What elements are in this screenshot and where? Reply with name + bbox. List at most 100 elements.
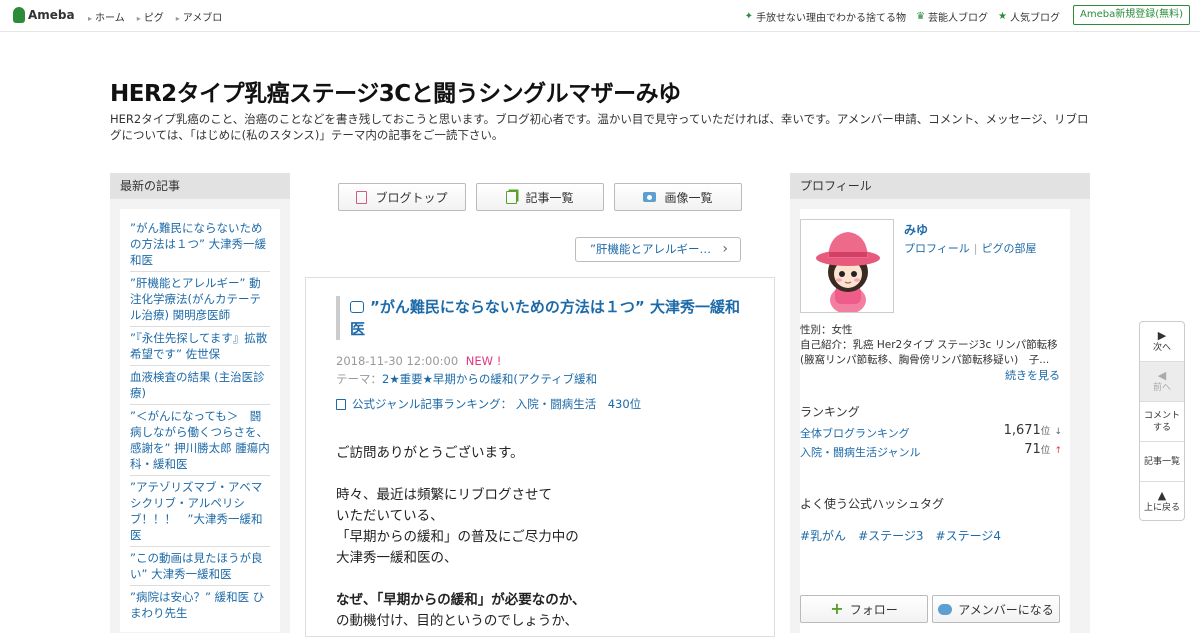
pigg-room-link[interactable]: ピグの部屋: [982, 242, 1037, 255]
register-button[interactable]: Ameba新規登録(無料): [1072, 5, 1190, 25]
reblog-icon: [350, 301, 364, 313]
profile-name[interactable]: みゆ: [904, 221, 928, 238]
overall-ranking-row: 全体ブログランキング 1,671位 ↓: [800, 423, 1062, 441]
genre-ranking-value: 71位 ↑: [1024, 442, 1062, 457]
latest-article-item[interactable]: ”＜がんになっても＞ 闘病しながら働くつらさを、感謝を” 押川勝太郎 腫瘍内科・…: [130, 405, 270, 476]
prev-article-link[interactable]: ”肝機能とアレルギー…: [575, 237, 741, 262]
article-list-side-button[interactable]: 記事一覧: [1140, 442, 1184, 482]
latest-article-item[interactable]: ”この動画は見たほうが良い” 大津秀一緩和医: [130, 547, 270, 586]
hashtag-heading: よく使う公式ハッシュタグ: [800, 497, 945, 511]
plus-icon: +: [830, 599, 844, 618]
body-line: ご訪問ありがとうございます。: [336, 445, 524, 461]
star-icon: ★: [998, 11, 1007, 22]
up-triangle-icon: ▲: [1157, 489, 1167, 502]
body-line: の動機付け、目的というのでしょうか、: [336, 613, 579, 629]
sidenav-label: 前へ: [1152, 382, 1171, 393]
avatar[interactable]: [800, 219, 894, 313]
article-theme: テーマ：2★重要★早期からの緩和(アクティブ緩和: [336, 371, 597, 387]
profile-heading: プロフィール: [790, 173, 1090, 199]
latest-articles-heading: 最新の記事: [110, 173, 290, 199]
sparkle-icon: ✦: [744, 11, 754, 22]
ameba-logo[interactable]: Ameba: [13, 7, 75, 23]
topnav-pigg[interactable]: ピグ: [137, 9, 164, 24]
profile-link[interactable]: プロフィール: [904, 242, 970, 255]
body-line: 時々、最近は頻繁にリブログさせて: [336, 487, 552, 503]
topnav-home[interactable]: ホーム: [88, 9, 125, 24]
profile-links: プロフィール | ピグの部屋: [904, 242, 1037, 255]
link-geinoujin-blog[interactable]: ♛ 芸能人ブログ: [916, 9, 988, 24]
top-bar: Ameba ホーム ピグ アメブロ ✦ 手放せない理由でわかる捨てる物 ♛ 芸能…: [0, 0, 1200, 32]
follow-button[interactable]: + フォロー: [800, 595, 928, 623]
ranking-text: 公式ジャンル記事ランキング： 入院・闘病生活 430位: [352, 397, 642, 411]
profile-info: 性別：女性 自己紹介：乳癌 Her2タイプ ステージ3c リンパ節転移 (腋窩リ…: [800, 323, 1062, 368]
button-label: 記事一覧: [525, 190, 574, 205]
sidenav-label: 上に戻る: [1143, 503, 1180, 513]
amember-button[interactable]: アメンバーになる: [932, 595, 1060, 623]
latest-articles-list: ”がん難民にならないための方法は１つ” 大津秀一緩和医 ”肝機能とアレルギー” …: [120, 209, 280, 632]
profile-panel: プロフィール みゆ プロフィール | ピグの部屋 性別：女性 自己紹介：乳癌 H…: [790, 173, 1090, 639]
prev-button[interactable]: ◀ 前へ: [1140, 362, 1184, 402]
image-list-button[interactable]: 画像一覧: [614, 183, 742, 211]
sidenav-label: 記事一覧: [1143, 456, 1180, 467]
top-right-links: ✦ 手放せない理由でわかる捨てる物 ♛ 芸能人ブログ ★ 人気ブログ: [745, 9, 1060, 24]
article-title-block: ”がん難民にならないための方法は１つ” 大津秀一緩和医: [336, 296, 746, 340]
hashtag-list: #乳がん #ステージ3 #ステージ4: [800, 527, 1001, 544]
overall-ranking-value: 1,671位 ↓: [1003, 423, 1062, 438]
sidenav-label: 次へ: [1152, 342, 1171, 353]
latest-article-item[interactable]: ”アテゾリズマブ・アベマシクリブ・アルペリシブ！！！ ”大津秀一緩和医: [130, 476, 270, 547]
speech-bubble-icon: [938, 603, 953, 615]
profile-sex: 性別：女性: [800, 324, 853, 336]
down-arrow-icon: ↓: [1054, 427, 1062, 437]
latest-article-item[interactable]: ”病院は安心？” 緩和医 ひまわり先生: [130, 586, 270, 624]
camera-icon: [643, 192, 657, 202]
link-tebanasenai[interactable]: ✦ 手放せない理由でわかる捨てる物: [745, 9, 906, 24]
link-label: 人気ブログ: [1010, 13, 1060, 24]
article-title-text: ”がん難民にならないための方法は１つ” 大津秀一緩和医: [350, 298, 740, 338]
latest-article-item[interactable]: ”『永住先探してます』拡散希望です” 佐世保: [130, 327, 270, 366]
blog-description: HER2タイプ乳癌のこと、治癌のことなどを書き残しておこうと思います。ブログ初心…: [110, 112, 1089, 142]
body-line: いただいている、: [336, 508, 444, 524]
body-line-bold: なぜ、「早期からの緩和」が必要なのか、: [336, 592, 586, 608]
article-meta: 2018-11-30 12:00:00 NEW !: [336, 354, 501, 368]
hashtag-link[interactable]: #ステージ3: [858, 527, 923, 544]
genre-ranking-row: 入院・闘病生活ジャンル 71位 ↑: [800, 442, 1062, 460]
comment-button[interactable]: コメントする: [1140, 402, 1184, 442]
new-badge: NEW !: [465, 354, 502, 368]
topnav-ameblo[interactable]: アメブロ: [176, 9, 223, 24]
article-list-icon: [506, 190, 518, 204]
latest-article-item[interactable]: 血液検査の結果 (主治医診療): [130, 366, 270, 405]
top-nav: ホーム ピグ アメブロ: [88, 9, 222, 24]
up-arrow-icon: ↑: [1054, 446, 1062, 456]
theme-label: テーマ：: [336, 372, 382, 386]
read-more-link[interactable]: 続きを見る: [1005, 367, 1060, 383]
logo-text: Ameba: [28, 8, 75, 22]
article-date: 2018-11-30 12:00:00: [336, 354, 459, 368]
hashtag-link[interactable]: #乳がん: [800, 527, 846, 544]
back-icon: ◀: [1157, 368, 1167, 382]
profile-body: みゆ プロフィール | ピグの部屋 性別：女性 自己紹介：乳癌 Her2タイプ ステ…: [800, 209, 1070, 639]
latest-article-item[interactable]: ”肝機能とアレルギー” 動注化学療法(がんカテーテル治療) 関明彦医師: [130, 272, 270, 327]
play-icon: ▶: [1157, 328, 1167, 342]
link-popular-blog[interactable]: ★ 人気ブログ: [998, 9, 1060, 24]
genre-ranking-link[interactable]: 公式ジャンル記事ランキング： 入院・闘病生活 430位: [336, 396, 641, 412]
body-line: 大津秀一緩和医の、: [336, 550, 458, 566]
floating-side-nav: ▶ 次へ ◀ 前へ コメントする 記事一覧 ▲ 上に戻る: [1139, 321, 1185, 521]
blog-title[interactable]: HER2タイプ乳癌ステージ3Cと闘うシングルマザーみゆ: [110, 74, 681, 108]
hashtag-link[interactable]: #ステージ4: [936, 527, 1001, 544]
body-line: 「早期からの緩和」の普及にご尽力中の: [336, 529, 579, 545]
button-label: 画像一覧: [664, 190, 713, 205]
genre-ranking-link[interactable]: 入院・闘病生活ジャンル: [800, 446, 920, 459]
article-body: ご訪問ありがとうございます。 時々、最近は頻繁にリブログさせて いただいている、…: [336, 443, 756, 632]
avatar-illustration: [801, 220, 893, 312]
overall-ranking-link[interactable]: 全体ブログランキング: [800, 427, 910, 440]
theme-link[interactable]: 2★重要★早期からの緩和(アクティブ緩和: [382, 372, 597, 386]
latest-article-item[interactable]: ”がん難民にならないための方法は１つ” 大津秀一緩和医: [130, 217, 270, 272]
ameba-logo-icon: [13, 7, 25, 23]
button-label: ブログトップ: [375, 190, 448, 205]
article-title[interactable]: ”がん難民にならないための方法は１つ” 大津秀一緩和医: [350, 296, 746, 340]
next-button[interactable]: ▶ 次へ: [1140, 322, 1184, 362]
back-to-top-button[interactable]: ▲ 上に戻る: [1140, 482, 1184, 522]
ranking-icon: [336, 398, 346, 410]
article-list-button[interactable]: 記事一覧: [476, 183, 604, 211]
blog-top-button[interactable]: ブログトップ: [338, 183, 466, 211]
